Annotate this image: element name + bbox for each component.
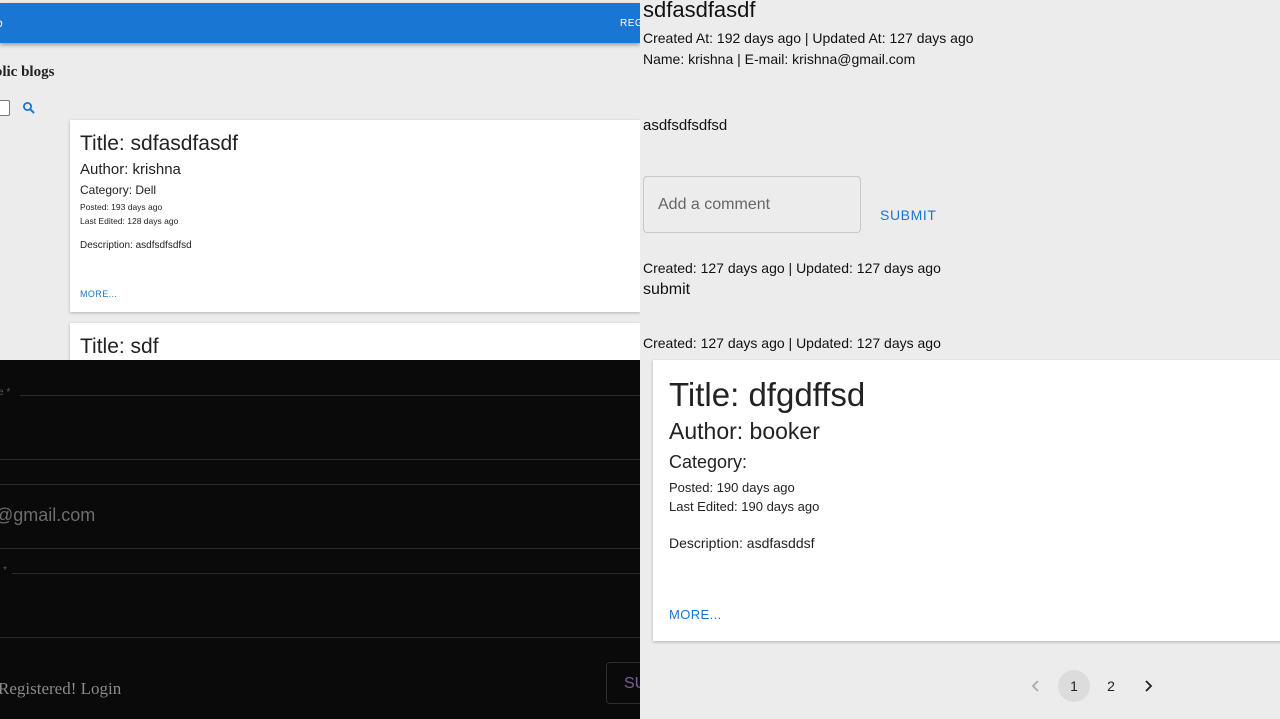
page-button-1[interactable]: 1 [1058,670,1090,702]
blog-list-page-2: Title: dfgdffsd Author: booker Category:… [640,359,1280,719]
blog-title: sdfasdfasdf [643,0,756,22]
blog-card: Title: dfgdffsd Author: booker Category:… [653,360,1280,641]
chevron-right-icon[interactable] [1132,670,1164,702]
blog-detail-panel: sdfasdfasdf Created At: 192 days ago | U… [640,0,1280,360]
comment-text: submit [643,281,691,298]
blog-card-title: Title: sdfasdfasdf [80,132,238,155]
blog-timestamps: Created At: 192 days ago | Updated At: 1… [643,30,974,46]
blog-card: Title: sdf [70,323,640,360]
blog-author-info: Name: krishna | E-mail: krishna@gmail.co… [643,51,916,67]
comment-input[interactable] [643,176,861,233]
login-link[interactable]: Registered! Login [0,679,121,699]
email-field[interactable]: @gmail.com [0,505,95,526]
blog-card-last-edited: Last Edited: 128 days ago [80,216,179,226]
blog-body: asdfsdfsdfsd [643,117,728,134]
blog-card-posted: Posted: 190 days ago [669,480,795,495]
blog-card-title: Title: dfgdffsd [669,376,866,413]
blog-card: Title: sdfasdfasdf Author: krishna Categ… [70,120,640,312]
blog-card-category: Category: [669,452,748,472]
comment-meta: Created: 127 days ago | Updated: 127 day… [643,260,941,276]
register-form-panel: e * @gmail.com l * Registered! Login SU [0,360,640,719]
field-outline [0,484,640,485]
blog-card-posted: Posted: 193 days ago [80,202,163,212]
blog-card-category: Category: Dell [80,183,157,197]
register-nav-link[interactable]: REG [620,18,640,29]
page-heading: blic blogs [0,64,55,80]
password-field[interactable] [0,574,640,637]
submit-button[interactable]: SU [606,662,640,704]
more-button[interactable]: MORE... [669,607,722,622]
blog-list-panel: o REG blic blogs Title: sdfasdfasdf Auth… [0,0,640,360]
submit-comment-button[interactable]: SUBMIT [880,207,937,223]
page-button-2[interactable]: 2 [1095,670,1127,702]
field-outline [0,637,640,638]
blog-card-last-edited: Last Edited: 190 days ago [669,499,820,514]
name-field[interactable] [0,396,640,459]
field-outline [0,548,640,549]
field-outline [0,459,640,460]
search-input[interactable] [0,100,10,116]
app-bar-left-link[interactable]: o [0,16,3,30]
blog-card-author: Author: krishna [80,161,181,178]
app-bar: o REG [0,3,640,43]
blog-card-title: Title: sdf [80,335,159,358]
blog-card-description: Description: asdfasddsf [669,535,815,551]
blog-card-author: Author: booker [669,418,820,444]
search-icon[interactable] [22,101,36,115]
chevron-left-icon[interactable] [1020,670,1052,702]
more-button[interactable]: MORE... [80,289,117,299]
comment-meta: Created: 127 days ago | Updated: 127 day… [643,335,941,351]
blog-card-description: Description: asdfsdfsdfsd [80,240,192,251]
